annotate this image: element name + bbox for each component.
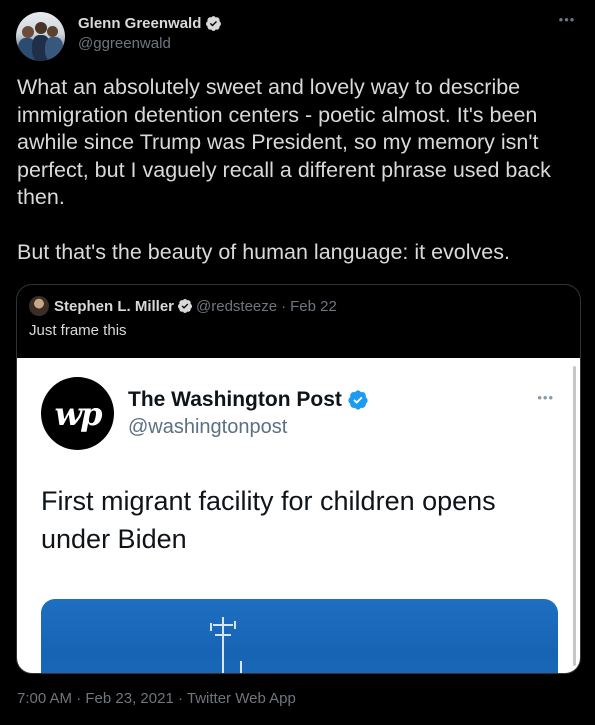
tweet-footer: 7:00 AM · Feb 23, 2021 · Twitter Web App xyxy=(17,690,296,707)
verified-badge-icon xyxy=(206,16,222,31)
author-display-name[interactable]: Glenn Greenwald xyxy=(78,15,201,32)
quoted-tweet-card[interactable]: Stephen L. Miller @redsteeze · Feb 22 Ju… xyxy=(16,284,581,674)
washington-post-logo: wp xyxy=(41,377,114,450)
author-name-row: Glenn Greenwald xyxy=(78,15,222,32)
tweet-time[interactable]: 7:00 AM xyxy=(17,690,72,707)
embedded-account-row: The Washington Post xyxy=(128,388,369,412)
quoted-tweet-date: Feb 22 xyxy=(290,297,337,315)
embedded-scrollbar xyxy=(573,366,576,666)
embedded-photo xyxy=(41,599,558,673)
dot-separator: · xyxy=(281,297,287,315)
embedded-account-handle: @washingtonpost xyxy=(128,416,288,438)
author-handle[interactable]: @ggreenwald xyxy=(78,35,171,52)
embedded-verified-badge-icon xyxy=(348,390,368,410)
tweet-text: What an absolutely sweet and lovely way … xyxy=(17,75,551,264)
quoted-verified-badge-icon xyxy=(178,299,193,313)
quoted-author-handle: @redsteeze xyxy=(196,297,278,315)
quoted-tweet-image[interactable]: wp The Washington Post @washingtonpost •… xyxy=(17,358,580,673)
more-options-icon[interactable]: ••• xyxy=(555,12,579,32)
source-app-link[interactable]: Twitter Web App xyxy=(187,690,296,707)
quoted-tweet-header: Stephen L. Miller @redsteeze · Feb 22 xyxy=(29,296,337,316)
antenna-tower-icon xyxy=(210,617,242,673)
quoted-author-avatar xyxy=(29,296,49,316)
embedded-more-icon: ••• xyxy=(537,390,554,405)
footer-separator-2: · xyxy=(177,690,183,707)
washington-post-logo-text: wp xyxy=(54,394,103,433)
author-avatar[interactable] xyxy=(16,12,65,61)
quoted-tweet-text: Just frame this xyxy=(29,322,127,339)
footer-separator: · xyxy=(76,690,82,707)
tweet-header: Glenn Greenwald @ggreenwald ••• xyxy=(16,12,579,62)
embedded-account-name: The Washington Post xyxy=(128,388,342,411)
tweet-date[interactable]: Feb 23, 2021 xyxy=(85,690,173,707)
embedded-headline: First migrant facility for children open… xyxy=(41,486,496,554)
quoted-author-name: Stephen L. Miller xyxy=(54,297,175,315)
